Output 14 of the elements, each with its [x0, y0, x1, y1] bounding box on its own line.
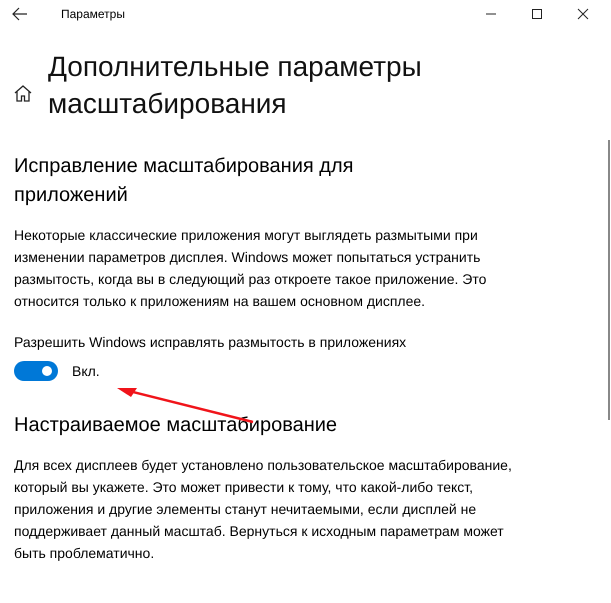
maximize-icon[interactable] [531, 8, 543, 20]
page-title: Дополнительные параметры масштабирования [48, 50, 423, 121]
back-icon[interactable] [12, 7, 28, 21]
section-heading: Исправление масштабирования для приложений [14, 154, 354, 208]
home-icon[interactable] [14, 85, 32, 102]
toggle-label: Разрешить Windows исправлять размытость в приложениях [14, 334, 406, 350]
toggle-state: Вкл. [72, 363, 100, 379]
toggle-switch[interactable] [14, 361, 58, 381]
section-description: Для всех дисплеев будет установлено пользовательское масштабирование, который вы укажете. Это может привести к тому, что какой-либо текст, приложения и другие элементы станут нечитаемыми, если дисплей не поддерживает данный масштаб. Вернуться к исходным параметрам может быть проблематично. [14, 456, 513, 563]
section-description: Некоторые классические приложения могут выглядеть размытыми при изменении параметров дисплея. Windows может попытаться устранить размытость, когда вы в следующий раз откроете такое приложение. Это относится только к приложениям на вашем основном дисплее. [14, 226, 488, 311]
close-icon[interactable] [577, 8, 589, 20]
section-heading: Настраиваемое масштабирование [14, 413, 338, 438]
window-title: Параметры [61, 7, 125, 21]
scrollbar[interactable] [608, 140, 610, 420]
